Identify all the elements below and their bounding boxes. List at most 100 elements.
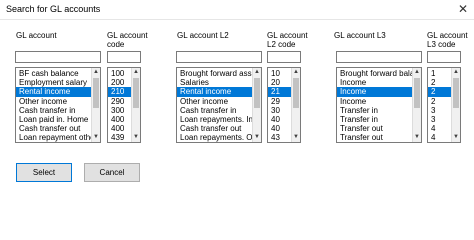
list-item[interactable]: Transfer in (337, 115, 412, 124)
list-item[interactable]: 200 (108, 78, 131, 87)
list-item[interactable]: 300 (108, 106, 131, 115)
list-item[interactable]: 1 (428, 69, 451, 78)
list-item[interactable]: 439 (108, 133, 131, 142)
list-item[interactable]: 5 (428, 143, 451, 144)
scrollbar[interactable]: ▲ ▼ (412, 68, 421, 142)
list-item[interactable]: 4 (428, 124, 451, 133)
scroll-up-icon[interactable]: ▲ (413, 68, 421, 77)
close-icon[interactable]: ✕ (456, 3, 470, 16)
list-item[interactable]: Loan repayments. In (177, 115, 252, 124)
list-item[interactable]: Cash transfer out (16, 124, 91, 133)
header-gl-account-l2-code: GL account L2 code (267, 31, 308, 49)
filter-gl-account-code[interactable] (107, 51, 141, 63)
select-button[interactable]: Select (16, 163, 72, 182)
scroll-thumb[interactable] (133, 78, 139, 108)
list-item[interactable]: Cash transfer in (177, 106, 252, 115)
filter-gl-account-l3-code[interactable] (427, 51, 461, 63)
list-item[interactable]: 100 (108, 69, 131, 78)
listbox-gl-account-l3-code[interactable]: 122233445 ▲ ▼ (427, 67, 461, 143)
scroll-up-icon[interactable]: ▲ (292, 68, 300, 77)
listbox-gl-account[interactable]: BF cash balance Employment salary Rental i… (15, 67, 101, 143)
filter-gl-account-l3[interactable] (336, 51, 422, 63)
list-item[interactable]: 3 (428, 106, 451, 115)
list-item[interactable]: Loan repayments. Out (177, 133, 252, 142)
list-rows: Brought forward asset Salaries Rental inco… (177, 69, 252, 144)
list-item[interactable]: Employment salary (16, 78, 91, 87)
listbox-gl-account-code[interactable]: 100200210290300400400439500 ▲ ▼ (107, 67, 141, 143)
scroll-thumb[interactable] (293, 78, 299, 108)
list-item[interactable]: Splits (337, 143, 412, 144)
list-item[interactable]: 1.Transaction to split (16, 143, 91, 144)
list-item[interactable]: Loan paid in. Home (16, 115, 91, 124)
scroll-down-icon[interactable]: ▼ (132, 133, 140, 142)
list-item[interactable]: Rental income (16, 87, 91, 97)
list-item[interactable]: Brought forward balar (337, 69, 412, 78)
cancel-button[interactable]: Cancel (84, 163, 140, 182)
filter-gl-account-l2[interactable] (176, 51, 262, 63)
list-item[interactable]: Loan repayment other (16, 133, 91, 142)
list-item[interactable]: 10 (268, 69, 291, 78)
list-item[interactable]: Cash transfer in (16, 106, 91, 115)
list-item[interactable]: 210 (108, 87, 131, 97)
list-item[interactable]: Rental income (177, 87, 252, 97)
scroll-up-icon[interactable]: ▲ (132, 68, 140, 77)
filter-gl-account[interactable] (15, 51, 101, 63)
list-item[interactable]: Income (337, 87, 412, 97)
scroll-down-icon[interactable]: ▼ (292, 133, 300, 142)
list-item[interactable]: Splits (177, 143, 252, 144)
list-rows: 122233445 (428, 69, 451, 144)
list-item[interactable]: Transfer out (337, 133, 412, 142)
scrollbar[interactable]: ▲ ▼ (451, 68, 460, 142)
list-rows: 100200210290300400400439500 (108, 69, 131, 144)
list-item[interactable]: BF cash balance (16, 69, 91, 78)
list-item[interactable]: 500 (108, 143, 131, 144)
list-item[interactable]: 30 (268, 106, 291, 115)
list-item[interactable]: 43 (268, 133, 291, 142)
scrollbar[interactable]: ▲ ▼ (131, 68, 140, 142)
list-item[interactable]: 400 (108, 115, 131, 124)
list-item[interactable]: 29 (268, 97, 291, 106)
list-item[interactable]: Income (337, 97, 412, 106)
list-item[interactable]: Income (337, 78, 412, 87)
listbox-gl-account-l2-code[interactable]: 102021293040404350 ▲ ▼ (267, 67, 301, 143)
list-item[interactable]: 20 (268, 78, 291, 87)
scroll-down-icon[interactable]: ▼ (413, 133, 421, 142)
list-item[interactable]: 21 (268, 87, 291, 97)
listbox-gl-account-l3[interactable]: Brought forward balar Income Income Income T… (336, 67, 422, 143)
list-item[interactable]: 4 (428, 133, 451, 142)
list-item[interactable]: 2 (428, 87, 451, 97)
list-item[interactable]: Salaries (177, 78, 252, 87)
list-item[interactable]: Other income (16, 97, 91, 106)
scroll-thumb[interactable] (254, 78, 260, 108)
list-item[interactable]: Transfer out (337, 124, 412, 133)
filter-gl-account-l2-code[interactable] (267, 51, 301, 63)
scroll-thumb[interactable] (453, 78, 459, 108)
list-item[interactable]: 50 (268, 143, 291, 144)
scrollbar[interactable]: ▲ ▼ (291, 68, 300, 142)
scroll-down-icon[interactable]: ▼ (452, 133, 460, 142)
scroll-up-icon[interactable]: ▲ (452, 68, 460, 77)
scroll-down-icon[interactable]: ▼ (92, 133, 100, 142)
list-item[interactable]: 3 (428, 115, 451, 124)
list-item[interactable]: Transfer in (337, 106, 412, 115)
scroll-down-icon[interactable]: ▼ (253, 133, 261, 142)
list-item[interactable]: 40 (268, 115, 291, 124)
list-item[interactable]: 400 (108, 124, 131, 133)
scroll-up-icon[interactable]: ▲ (253, 68, 261, 77)
list-item[interactable]: Brought forward asset (177, 69, 252, 78)
scrollbar[interactable]: ▲ ▼ (91, 68, 100, 142)
list-item[interactable]: 40 (268, 124, 291, 133)
list-item[interactable]: 2 (428, 97, 451, 106)
search-gl-accounts-dialog: Search for GL accounts ✕ GL account BF c… (0, 0, 474, 218)
scrollbar[interactable]: ▲ ▼ (252, 68, 261, 142)
list-item[interactable]: 290 (108, 97, 131, 106)
listbox-gl-account-l2[interactable]: Brought forward asset Salaries Rental inco… (176, 67, 262, 143)
header-gl-account-l3-code: GL account L3 code (427, 31, 468, 49)
scroll-thumb[interactable] (414, 78, 420, 108)
list-item[interactable]: 2 (428, 78, 451, 87)
list-item[interactable]: Cash transfer out (177, 124, 252, 133)
scroll-thumb[interactable] (93, 78, 99, 108)
list-item[interactable]: Other income (177, 97, 252, 106)
window-title: Search for GL accounts (6, 4, 101, 14)
scroll-up-icon[interactable]: ▲ (92, 68, 100, 77)
